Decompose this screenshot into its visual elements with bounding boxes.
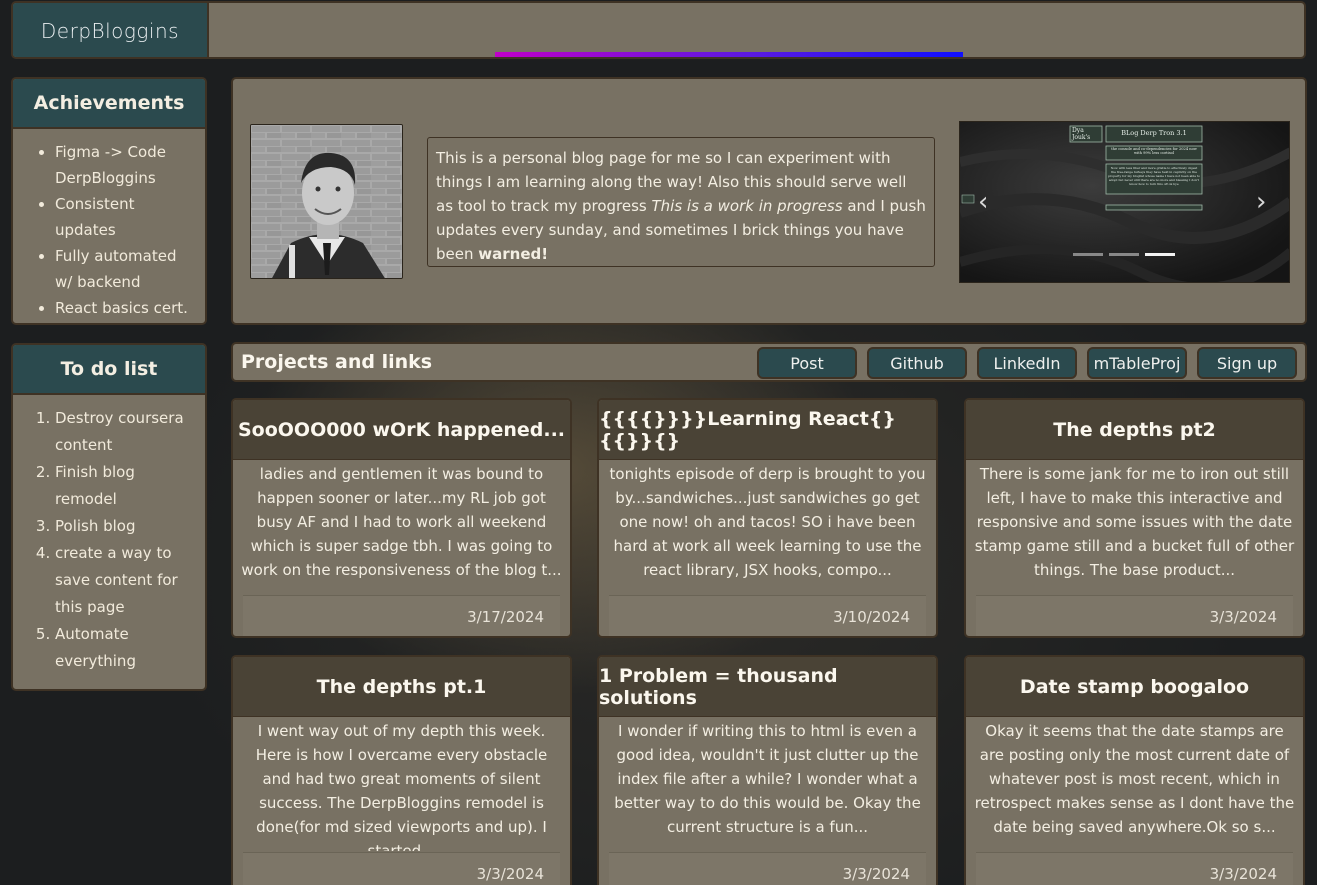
post-excerpt: Okay it seems that the date stamps are a… [974, 722, 1295, 836]
list-item: Destroy coursera content [55, 405, 197, 459]
post-title[interactable]: {{{{}}}}Learning React{}{{}}{} [599, 400, 936, 460]
list-item: Consistent updates [55, 191, 197, 243]
carousel-indicator[interactable] [1073, 253, 1103, 256]
projects-title: Projects and links [241, 351, 433, 373]
slide-logo-line: Dya [1072, 127, 1084, 134]
slide-logo-line: Jouk's [1072, 134, 1091, 141]
intro-text: This is a personal blog page for me so I… [427, 137, 935, 267]
site-logo[interactable]: DerpBloggins [13, 3, 209, 57]
post-button[interactable]: Post [757, 347, 857, 379]
post-title[interactable]: The depths pt2 [966, 400, 1303, 460]
linkedin-button[interactable]: LinkedIn [977, 347, 1077, 379]
achievements-title: Achievements [13, 79, 205, 129]
slide-subtitle: the console and co-dependencies for 2024… [1111, 147, 1197, 156]
list-item: create a way to save content for this pa… [55, 540, 197, 621]
post-title[interactable]: SooOOO000 wOrK happened... [233, 400, 570, 460]
post-excerpt: tonights episode of derp is brought to y… [609, 465, 926, 579]
post-date: 3/10/2024 [609, 595, 926, 636]
list-item: React basics cert. [55, 295, 197, 321]
projects-bar: Projects and links Post Github LinkedIn … [231, 342, 1307, 382]
post-excerpt: I went way out of my depth this week. He… [255, 722, 548, 851]
todo-title: To do list [13, 345, 205, 395]
post-title[interactable]: 1 Problem = thousand solutions [599, 657, 936, 717]
carousel-prev-icon[interactable]: ‹ [978, 189, 992, 215]
post-excerpt: I wonder if writing this to html is even… [614, 722, 921, 836]
image-carousel[interactable]: Dya Jouk's BLog Derp Tron 3.1 the consol… [959, 121, 1290, 283]
carousel-indicator-active[interactable] [1145, 253, 1175, 256]
post-excerpt: There is some jank for me to iron out st… [974, 465, 1295, 579]
todo-card: To do list Destroy coursera content Fini… [11, 343, 207, 691]
github-button[interactable]: Github [867, 347, 967, 379]
post-date: 3/3/2024 [609, 852, 926, 885]
intro-panel: This is a personal blog page for me so I… [231, 77, 1307, 325]
achievements-list: Figma -> Code DerpBloggins Consistent up… [13, 139, 205, 321]
post-title[interactable]: The depths pt.1 [233, 657, 570, 717]
slide-title: BLog Derp Tron 3.1 [1121, 129, 1187, 137]
progress-bar [495, 52, 963, 57]
post-card[interactable]: The depths pt2 There is some jank for me… [964, 398, 1305, 638]
intro-text-italic: This is a work in progress [651, 197, 843, 215]
todo-list: Destroy coursera content Finish blog rem… [13, 405, 205, 675]
post-date: 3/3/2024 [243, 852, 560, 885]
mtableproj-button[interactable]: mTableProj [1087, 347, 1187, 379]
list-item: Automate everything [55, 621, 197, 675]
post-excerpt: ladies and gentlemen it was bound to hap… [241, 465, 562, 579]
post-card[interactable]: 1 Problem = thousand solutions I wonder … [597, 655, 938, 885]
post-date: 3/3/2024 [976, 852, 1293, 885]
avatar [250, 124, 403, 279]
post-title[interactable]: Date stamp boogaloo [966, 657, 1303, 717]
signup-button[interactable]: Sign up [1197, 347, 1297, 379]
post-card[interactable]: {{{{}}}}Learning React{}{{}}{} tonights … [597, 398, 938, 638]
intro-text-bold: warned! [478, 245, 549, 263]
achievements-card: Achievements Figma -> Code DerpBloggins … [11, 77, 207, 325]
post-card[interactable]: The depths pt.1 I went way out of my dep… [231, 655, 572, 885]
list-item: Figma -> Code DerpBloggins [55, 139, 197, 191]
post-card[interactable]: SooOOO000 wOrK happened... ladies and ge… [231, 398, 572, 638]
slide-body: Now with less fiber and more gristle to … [1108, 166, 1200, 186]
carousel-next-icon[interactable]: › [1256, 189, 1270, 215]
list-item: Polish blog [55, 513, 197, 540]
carousel-indicator[interactable] [1109, 253, 1139, 256]
post-card[interactable]: Date stamp boogaloo Okay it seems that t… [964, 655, 1305, 885]
header-bar: DerpBloggins [11, 1, 1306, 59]
list-item: Finish blog remodel [55, 459, 197, 513]
slide-logo: Dya Jouk's [1072, 127, 1102, 141]
post-date: 3/3/2024 [976, 595, 1293, 636]
post-date: 3/17/2024 [243, 595, 560, 636]
list-item: Fully automated w/ backend [55, 243, 197, 295]
